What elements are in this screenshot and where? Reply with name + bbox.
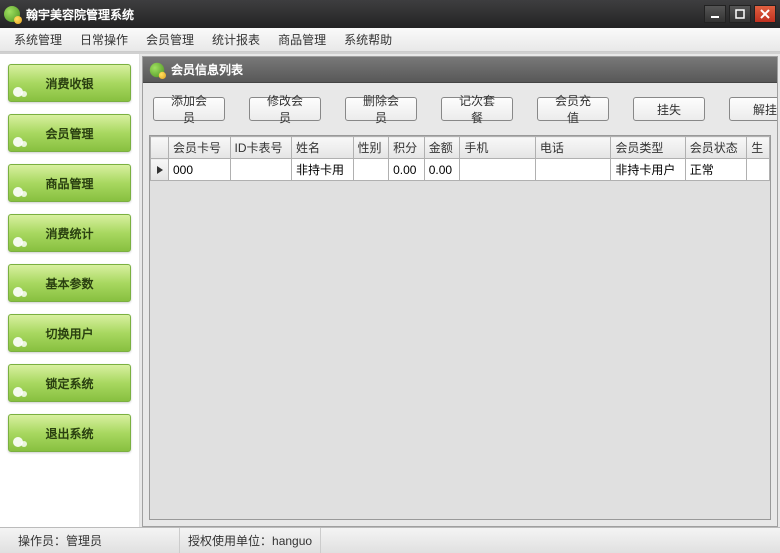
status-license-label: 授权使用单位： (188, 532, 272, 549)
menu-help[interactable]: 系统帮助 (336, 28, 400, 51)
cell-amount[interactable]: 0.00 (424, 159, 460, 181)
close-button[interactable] (754, 5, 776, 23)
panel-icon (150, 62, 164, 76)
menu-bar: 系统管理 日常操作 会员管理 统计报表 商品管理 系统帮助 (0, 28, 780, 52)
col-type[interactable]: 会员类型 (611, 137, 685, 159)
flower-icon (13, 85, 27, 99)
col-amount[interactable]: 金额 (424, 137, 460, 159)
sidebar-item-params[interactable]: 基本参数 (8, 264, 131, 302)
status-license-value: hanguo (272, 534, 312, 548)
cell-phone[interactable] (535, 159, 611, 181)
sidebar-item-stats[interactable]: 消费统计 (8, 214, 131, 252)
body-area: 消费收银 会员管理 商品管理 消费统计 基本参数 切换用户 锁定系统 退出系统 … (0, 52, 780, 527)
maximize-button[interactable] (729, 5, 751, 23)
flower-icon (13, 235, 27, 249)
menu-daily[interactable]: 日常操作 (72, 28, 136, 51)
col-id-no[interactable]: ID卡表号 (230, 137, 292, 159)
table-row[interactable]: 000 非持卡用 0.00 0.00 非持卡用户 正常 (151, 159, 770, 181)
cell-card-no[interactable]: 000 (169, 159, 231, 181)
flower-icon (13, 185, 27, 199)
sidebar-item-product[interactable]: 商品管理 (8, 164, 131, 202)
add-member-button[interactable]: 添加会员 (153, 97, 225, 121)
sidebar-item-label: 锁定系统 (45, 375, 93, 392)
data-grid[interactable]: 会员卡号 ID卡表号 姓名 性别 积分 金额 手机 电话 会员类型 会员状态 生 (149, 135, 771, 520)
title-bar[interactable]: 翰宇美容院管理系统 (0, 0, 780, 28)
cell-id-no[interactable] (230, 159, 292, 181)
main-area: 会员信息列表 添加会员 修改会员 删除会员 记次套餐 会员充值 挂失 解挂 (140, 54, 780, 527)
status-operator-value: 管理员 (66, 532, 102, 549)
cell-gender[interactable] (353, 159, 389, 181)
cell-type[interactable]: 非持卡用户 (611, 159, 685, 181)
status-license: 授权使用单位： hanguo (180, 528, 321, 553)
sidebar-item-label: 基本参数 (45, 275, 93, 292)
app-title: 翰宇美容院管理系统 (26, 6, 704, 23)
sidebar-item-label: 商品管理 (45, 175, 93, 192)
cell-extra[interactable] (747, 159, 770, 181)
row-indicator-icon[interactable] (151, 159, 169, 181)
sidebar: 消费收银 会员管理 商品管理 消费统计 基本参数 切换用户 锁定系统 退出系统 (0, 54, 140, 527)
sidebar-item-lock[interactable]: 锁定系统 (8, 364, 131, 402)
flower-icon (13, 285, 27, 299)
row-selector-header[interactable] (151, 137, 169, 159)
col-card-no[interactable]: 会员卡号 (169, 137, 231, 159)
window-controls (704, 5, 776, 23)
member-list-panel: 会员信息列表 添加会员 修改会员 删除会员 记次套餐 会员充值 挂失 解挂 (142, 56, 778, 527)
col-gender[interactable]: 性别 (353, 137, 389, 159)
package-button[interactable]: 记次套餐 (441, 97, 513, 121)
edit-member-button[interactable]: 修改会员 (249, 97, 321, 121)
menu-member[interactable]: 会员管理 (138, 28, 202, 51)
minimize-button[interactable] (704, 5, 726, 23)
flower-icon (13, 435, 27, 449)
flower-icon (13, 335, 27, 349)
panel-title-text: 会员信息列表 (171, 61, 243, 78)
app-window: 翰宇美容院管理系统 系统管理 日常操作 会员管理 统计报表 商品管理 系统帮助 … (0, 0, 780, 553)
panel-toolbar: 添加会员 修改会员 删除会员 记次套餐 会员充值 挂失 解挂 (143, 83, 777, 135)
sidebar-item-member[interactable]: 会员管理 (8, 114, 131, 152)
recharge-button[interactable]: 会员充值 (537, 97, 609, 121)
sidebar-item-label: 会员管理 (45, 125, 93, 142)
status-bar: 操作员： 管理员 授权使用单位： hanguo (0, 527, 780, 553)
flower-icon (13, 135, 27, 149)
col-extra[interactable]: 生 (747, 137, 770, 159)
delete-member-button[interactable]: 删除会员 (345, 97, 417, 121)
report-loss-button[interactable]: 挂失 (633, 97, 705, 121)
menu-product[interactable]: 商品管理 (270, 28, 334, 51)
col-phone[interactable]: 电话 (535, 137, 611, 159)
grid-empty-area (150, 181, 770, 481)
cell-name[interactable]: 非持卡用 (292, 159, 354, 181)
sidebar-item-label: 消费收银 (45, 75, 93, 92)
table-header-row: 会员卡号 ID卡表号 姓名 性别 积分 金额 手机 电话 会员类型 会员状态 生 (151, 137, 770, 159)
cell-mobile[interactable] (460, 159, 536, 181)
col-points[interactable]: 积分 (389, 137, 425, 159)
sidebar-item-cashier[interactable]: 消费收银 (8, 64, 131, 102)
status-operator: 操作员： 管理员 (10, 528, 180, 553)
status-operator-label: 操作员： (18, 532, 66, 549)
menu-report[interactable]: 统计报表 (204, 28, 268, 51)
flower-icon (13, 385, 27, 399)
sidebar-item-switch-user[interactable]: 切换用户 (8, 314, 131, 352)
unloss-button[interactable]: 解挂 (729, 97, 777, 121)
col-mobile[interactable]: 手机 (460, 137, 536, 159)
col-status[interactable]: 会员状态 (685, 137, 747, 159)
app-icon (4, 6, 20, 22)
cell-status[interactable]: 正常 (685, 159, 747, 181)
sidebar-item-exit[interactable]: 退出系统 (8, 414, 131, 452)
menu-system[interactable]: 系统管理 (6, 28, 70, 51)
cell-points[interactable]: 0.00 (389, 159, 425, 181)
panel-header: 会员信息列表 (143, 57, 777, 83)
sidebar-item-label: 消费统计 (45, 225, 93, 242)
col-name[interactable]: 姓名 (292, 137, 354, 159)
sidebar-item-label: 退出系统 (45, 425, 93, 442)
sidebar-item-label: 切换用户 (45, 325, 93, 342)
